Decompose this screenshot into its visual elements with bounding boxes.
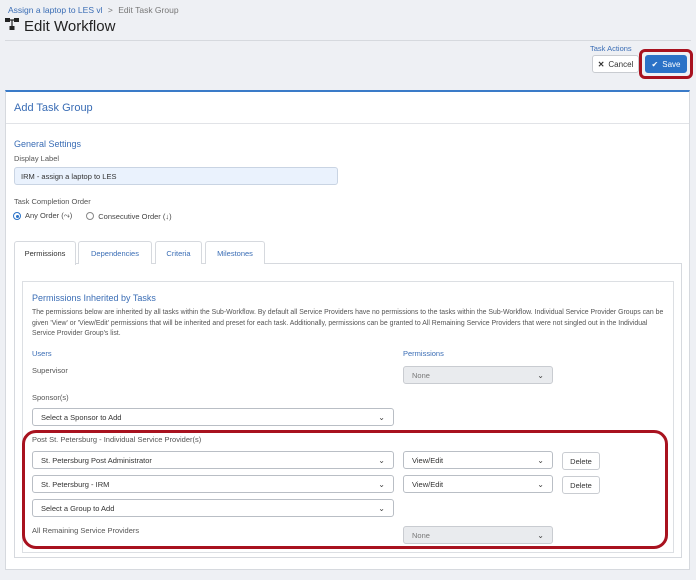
providers-highlight-box [22,430,668,549]
workflow-icon [5,18,19,35]
task-actions-label: Task Actions [590,44,632,53]
tab-milestones[interactable]: Milestones [205,241,265,264]
breadcrumb: Assign a laptop to LES vl > Edit Task Gr… [8,5,179,15]
supervisor-label: Supervisor [32,366,68,375]
chevron-down-icon: ⌄ [537,370,544,380]
completion-order-label: Task Completion Order [14,197,91,206]
close-icon: ✕ [597,59,605,69]
consecutive-order-label: Consecutive Order (↓) [98,211,172,221]
cancel-button[interactable]: ✕ Cancel [592,55,639,73]
sponsors-label: Sponsor(s) [32,393,69,402]
cancel-button-label: Cancel [608,59,634,69]
page-header: Edit Workflow [5,18,115,35]
breadcrumb-link[interactable]: Assign a laptop to LES vl [8,5,103,15]
tab-criteria[interactable]: Criteria [155,241,202,264]
permissions-title: Permissions Inherited by Tasks [32,293,156,303]
radio-unchecked-icon [86,212,95,220]
permissions-description: The permissions below are inherited by a… [32,309,664,337]
panel-title: Add Task Group [14,102,93,114]
tab-dependencies[interactable]: Dependencies [78,241,152,264]
sponsor-select[interactable]: Select a Sponsor to Add ⌄ [32,408,394,426]
general-settings-title: General Settings [14,139,82,149]
display-label-input[interactable]: IRM - assign a laptop to LES [14,167,338,185]
completion-order-group: Any Order (⤳) Consecutive Order (↓) [13,211,172,221]
radio-checked-icon [13,212,21,220]
breadcrumb-current: Edit Task Group [118,5,179,15]
breadcrumb-separator: > [107,5,113,15]
tab-permissions[interactable]: Permissions [14,241,76,265]
chevron-down-icon: ⌄ [378,412,385,422]
consecutive-order-radio[interactable]: Consecutive Order (↓) [86,211,172,221]
page-title: Edit Workflow [24,18,116,35]
supervisor-permission-select: None ⌄ [403,366,553,384]
display-label-label: Display Label [14,154,60,163]
users-column-header: Users [32,349,52,358]
permissions-column-header: Permissions [403,349,444,358]
sponsor-select-value: Select a Sponsor to Add [41,412,122,422]
header-divider [5,40,691,41]
supervisor-permission-value: None [412,370,430,380]
panel-divider [6,123,689,124]
save-highlight-box [639,49,693,79]
any-order-radio[interactable]: Any Order (⤳) [13,211,72,221]
any-order-label: Any Order (⤳) [25,211,73,220]
